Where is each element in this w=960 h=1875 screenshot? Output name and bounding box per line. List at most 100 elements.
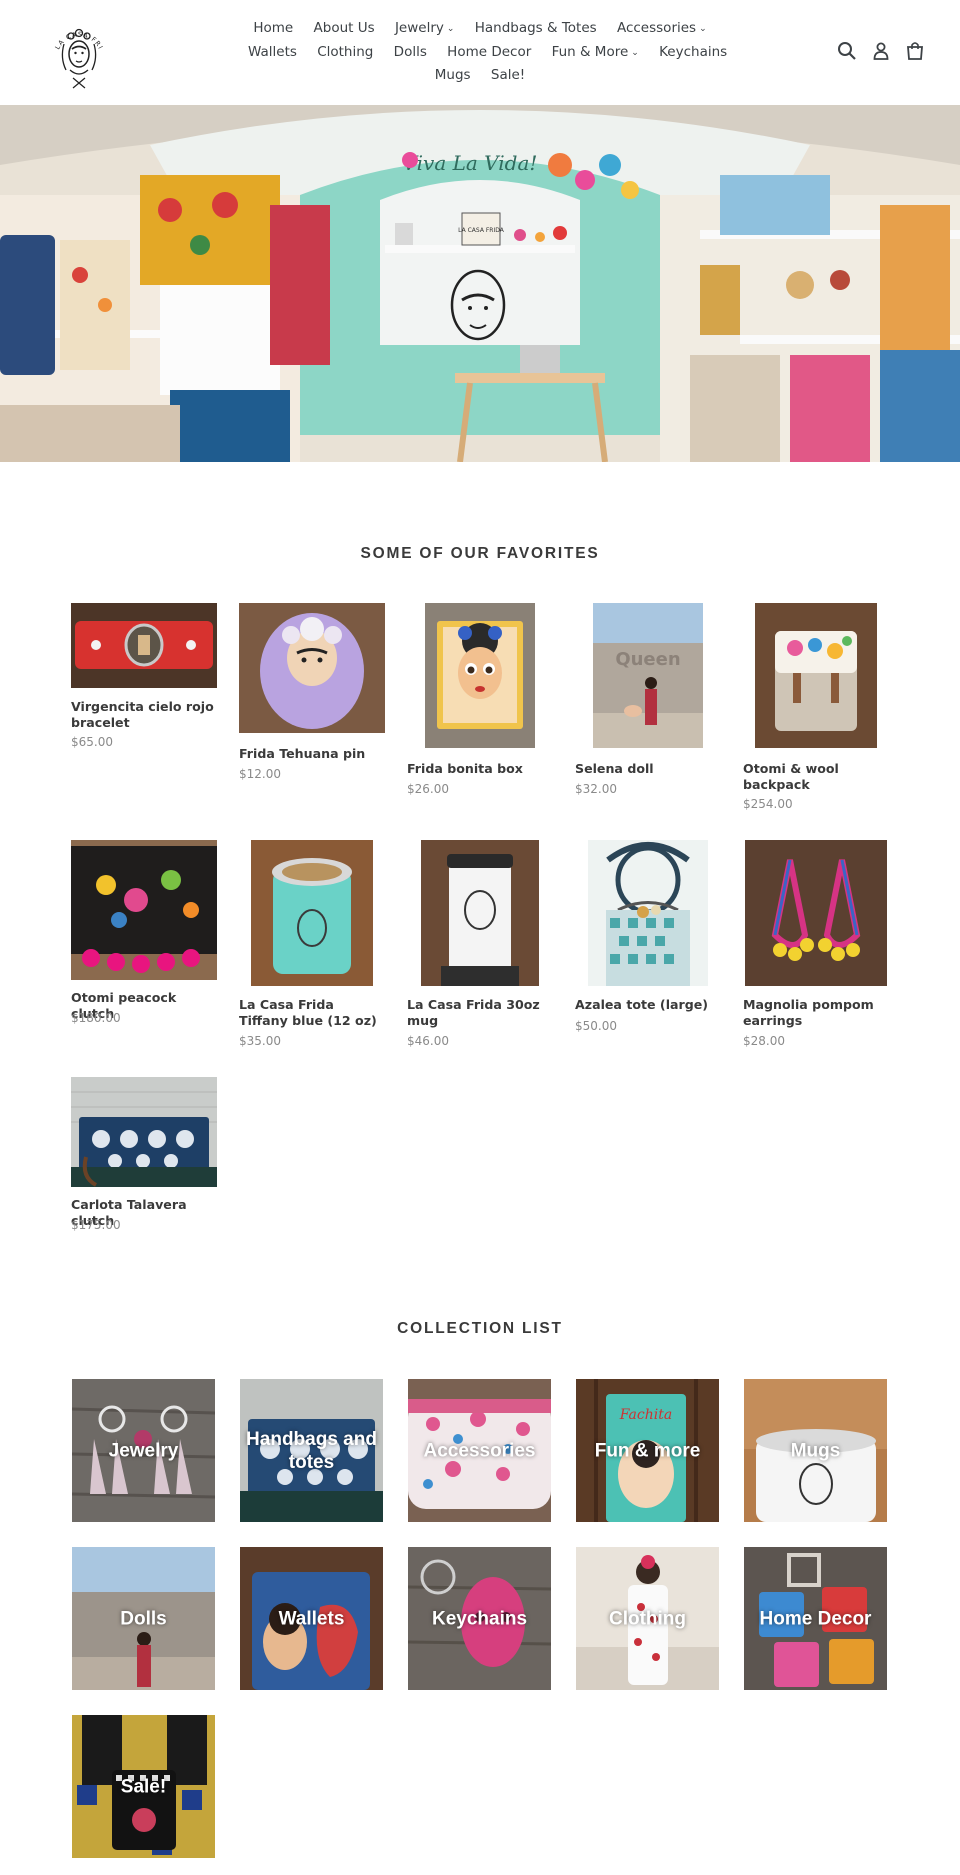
collections-title: COLLECTION LIST (397, 1320, 563, 1337)
collection-label: Accessories (423, 1440, 536, 1461)
nav-label: Sale! (490, 67, 526, 83)
nav-about-us[interactable]: About Us (314, 17, 375, 40)
nav-label: Dolls (393, 43, 427, 60)
chevron-down-icon: ⌄ (699, 24, 707, 34)
product-price: $35.00 (239, 1034, 281, 1048)
product-image (755, 603, 877, 748)
nav-keychains[interactable]: Keychains (659, 41, 727, 64)
product-price: $175.00 (71, 1218, 121, 1232)
nav-wallets[interactable]: Wallets (248, 41, 297, 64)
hero-banner: Viva La Vida! LA CASA FRIDA (0, 105, 960, 462)
nav-row: Home About Us Jewelry ⌄ Handbags & Totes … (240, 17, 720, 41)
collection-label: Dolls (120, 1608, 167, 1629)
frida-logo-icon: LA CASA FRIDA (47, 8, 105, 89)
brand-script: Fachita (619, 1407, 672, 1423)
product-price: $12.00 (239, 767, 281, 781)
nav-label: About Us (313, 20, 375, 36)
product-image (239, 603, 385, 733)
product-image (745, 840, 887, 986)
product-price: $65.00 (71, 735, 113, 749)
chevron-down-icon: ⌄ (631, 47, 639, 58)
collection-keychains[interactable]: Keychains (408, 1547, 551, 1690)
collection-label: Sale! (120, 1776, 167, 1797)
collection-accessories[interactable]: Accessories (408, 1379, 551, 1522)
nav-home-decor[interactable]: Home Decor (447, 41, 531, 64)
collection-label: Handbags and totes (246, 1428, 377, 1473)
collection-label: Home Decor (759, 1608, 872, 1629)
product-name: Selena doll (575, 761, 654, 776)
collection-label: Clothing (608, 1608, 687, 1629)
collection-label: Wallets (278, 1608, 345, 1629)
collection-jewelry[interactable]: Jewelry (72, 1379, 215, 1522)
nav-handbags-totes[interactable]: Handbags & Totes (475, 17, 597, 40)
nav-label: Handbags & Totes (474, 20, 597, 36)
collection-label: Fun & more (594, 1440, 701, 1461)
product-price: $254.00 (743, 797, 793, 811)
hero-box-text: LA CASA FRIDA (458, 227, 505, 234)
nav-accessories[interactable]: Accessories ⌄ (617, 17, 707, 41)
product-price: $32.00 (575, 782, 617, 796)
collection-label: Mugs (790, 1440, 841, 1461)
favorites-title: SOME OF OUR FAVORITES (360, 545, 600, 562)
product-price: $28.00 (743, 1034, 785, 1048)
account-icon[interactable] (870, 40, 892, 62)
product-image (71, 840, 217, 980)
main-nav: Home About Us Jewelry ⌄ Handbags & Totes … (240, 17, 727, 87)
product-name: Frida Tehuana pin (239, 746, 366, 761)
nav-fun-more[interactable]: Fun & More ⌄ (552, 41, 639, 65)
site-header: LA CASA FRIDA Home About Us Jewelry⌄ Han… (0, 0, 960, 105)
nav-label: Home (253, 20, 294, 36)
product-name: Otomi & wool backpack (743, 761, 839, 792)
cart-icon[interactable] (904, 40, 926, 62)
svg-text:LA CASA FRIDA: LA CASA FRIDA (50, 14, 105, 51)
nav-label: Wallets (248, 43, 297, 60)
product-price: $26.00 (407, 782, 449, 796)
nav-clothing[interactable]: Clothing (317, 41, 373, 64)
collection-clothing[interactable]: Clothing (576, 1547, 719, 1690)
collection-handbags-totes[interactable]: Handbags and totes (240, 1379, 383, 1522)
nav-mugs[interactable]: Mugs (435, 64, 471, 87)
nav-label: Fun & More (551, 43, 629, 60)
product-image (71, 1077, 217, 1187)
hero-image: Viva La Vida! LA CASA FRIDA (0, 105, 960, 462)
product-image: Queen (593, 603, 703, 748)
svg-text:Queen: Queen (615, 649, 680, 670)
product-image (588, 840, 708, 986)
nav-sale[interactable]: Sale! (491, 64, 525, 87)
header-icons (836, 40, 936, 64)
nav-label: Mugs (434, 67, 471, 83)
nav-dolls[interactable]: Dolls (394, 41, 427, 64)
hero-sign-text: Viva La Vida! (403, 151, 538, 175)
collection-wallets[interactable]: Wallets (240, 1547, 383, 1690)
collection-home-decor[interactable]: Home Decor (744, 1547, 887, 1690)
nav-label: Keychains (659, 43, 728, 60)
product-name: Frida bonita box (407, 761, 523, 776)
nav-jewelry[interactable]: Jewelry ⌄ (395, 17, 454, 41)
product-name: Azalea tote (large) (575, 997, 709, 1012)
collection-fun-more[interactable]: Fachita Fun & more (576, 1379, 719, 1522)
nav-label: Clothing (317, 43, 374, 60)
nav-label: Accessories (616, 20, 697, 36)
product-name: La Casa Frida Tiffany blue (12 oz) (239, 997, 377, 1028)
nav-home[interactable]: Home (253, 17, 293, 40)
site-logo[interactable]: LA CASA FRIDA (47, 8, 108, 92)
collection-label: Jewelry (108, 1440, 179, 1461)
nav-row: Wallets Clothing Dolls Home Decor Fun & … (240, 41, 727, 65)
nav-label: Jewelry (394, 20, 444, 36)
product-image (71, 603, 217, 688)
product-image (421, 840, 539, 986)
product-price: $180.00 (71, 1011, 121, 1025)
nav-label: Home Decor (447, 43, 532, 60)
chevron-down-icon: ⌄ (446, 24, 455, 34)
product-name: Magnolia pompom earrings (743, 997, 874, 1028)
search-icon[interactable] (836, 40, 858, 62)
product-name: La Casa Frida 30oz mug (407, 997, 540, 1028)
product-price: $50.00 (575, 1019, 617, 1033)
collection-sale[interactable]: Sale! (72, 1715, 215, 1858)
collection-dolls[interactable]: Dolls (72, 1547, 215, 1690)
product-name: Virgencita cielo rojo bracelet (71, 699, 214, 730)
collection-mugs[interactable]: Mugs (744, 1379, 887, 1522)
product-price: $46.00 (407, 1034, 449, 1048)
product-image (251, 840, 373, 986)
nav-row: Mugs Sale! (240, 64, 720, 87)
